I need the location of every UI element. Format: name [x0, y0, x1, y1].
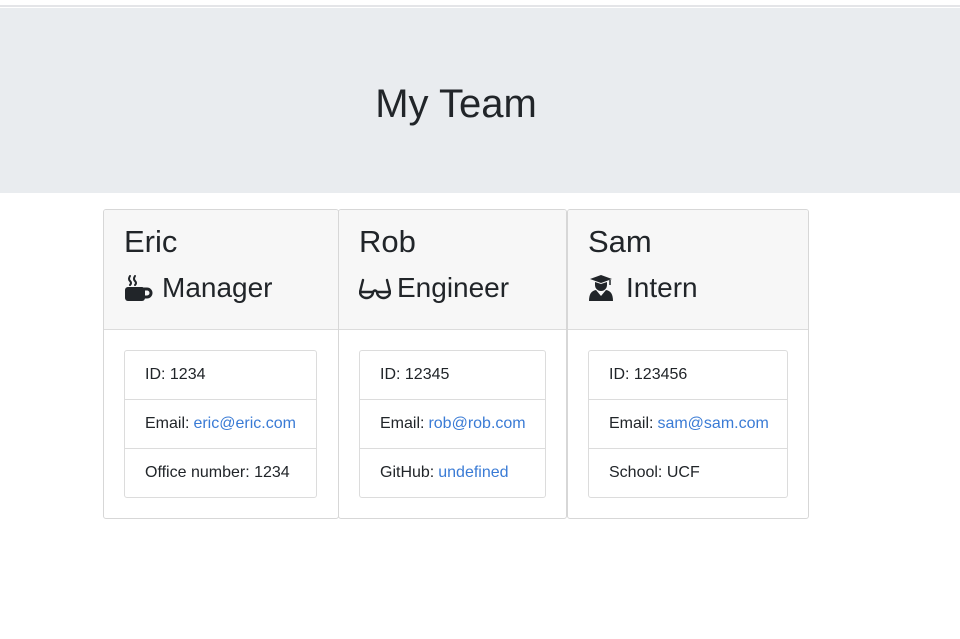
employee-role: Engineer	[359, 274, 509, 302]
list-item-github: GitHub: undefined	[360, 449, 545, 497]
id-value: 123456	[633, 366, 688, 383]
github-link[interactable]: undefined	[438, 464, 508, 482]
school-label: School:	[609, 464, 663, 481]
graduate-icon	[588, 274, 618, 302]
employee-card-engineer: Rob Engineer ID: 12345 Email: rob@rob.co…	[338, 209, 567, 519]
email-label: Email:	[609, 415, 654, 432]
info-list: ID: 1234 Email: eric@eric.com Office num…	[124, 350, 317, 498]
card-header: Rob Engineer	[339, 210, 566, 330]
employee-role: Manager	[124, 274, 273, 302]
list-item-email: Email: sam@sam.com	[589, 400, 787, 449]
list-item-email: Email: eric@eric.com	[125, 400, 316, 449]
coffee-mug-icon	[124, 274, 154, 302]
role-label: Engineer	[397, 272, 510, 303]
page-title: My Team	[375, 82, 537, 126]
card-header: Eric Manager	[104, 210, 338, 330]
email-link[interactable]: eric@eric.com	[193, 415, 295, 433]
role-label: Manager	[162, 272, 273, 303]
email-link[interactable]: sam@sam.com	[657, 415, 768, 433]
employee-card-intern: Sam Intern ID: 123456 Email: sam@sam.com…	[567, 209, 809, 519]
info-list: ID: 12345 Email: rob@rob.com GitHub: und…	[359, 350, 546, 498]
school-value: UCF	[666, 464, 700, 481]
list-item-id: ID: 12345	[360, 351, 545, 400]
info-list: ID: 123456 Email: sam@sam.com School: UC…	[588, 350, 788, 498]
employee-role: Intern	[588, 274, 698, 302]
id-label: ID:	[380, 366, 401, 383]
list-item-school: School: UCF	[589, 449, 787, 497]
card-header: Sam Intern	[568, 210, 808, 330]
employee-name: Sam	[588, 224, 652, 259]
employee-name: Eric	[124, 224, 178, 259]
id-value: 12345	[404, 366, 450, 383]
employee-name: Rob	[359, 224, 416, 259]
email-link[interactable]: rob@rob.com	[428, 415, 525, 433]
browser-top-edge	[0, 0, 960, 7]
glasses-icon	[359, 274, 391, 302]
id-value: 1234	[169, 366, 206, 383]
page-header: My Team	[0, 8, 960, 193]
list-item-office: Office number: 1234	[125, 449, 316, 497]
list-item-email: Email: rob@rob.com	[360, 400, 545, 449]
email-label: Email:	[145, 415, 190, 432]
office-value: 1234	[254, 464, 290, 481]
id-label: ID:	[609, 366, 630, 383]
list-item-id: ID: 123456	[589, 351, 787, 400]
github-label: GitHub:	[380, 464, 435, 481]
role-label: Intern	[626, 272, 698, 303]
office-label: Office number:	[145, 464, 250, 481]
employee-card-manager: Eric Manager ID: 1234 Email: eric@eric.c…	[103, 209, 339, 519]
email-label: Email:	[380, 415, 425, 432]
id-label: ID:	[145, 366, 166, 383]
list-item-id: ID: 1234	[125, 351, 316, 400]
